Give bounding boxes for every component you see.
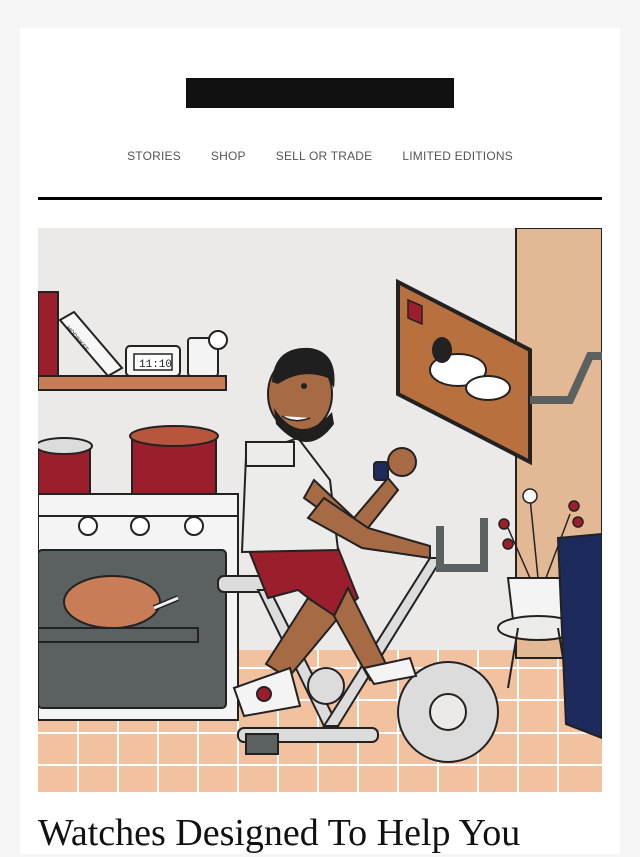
nav-item-stories[interactable]: STORIES	[127, 149, 181, 163]
nav-item-limited-editions[interactable]: LIMITED EDITIONS	[402, 149, 513, 163]
article-headline[interactable]: Watches Designed To Help You	[38, 809, 602, 857]
header-divider	[38, 197, 602, 200]
nav-item-shop[interactable]: SHOP	[211, 149, 246, 163]
hero-illustration[interactable]: HODINKEE 11:10	[38, 228, 602, 792]
brand-logo-bar[interactable]	[186, 78, 454, 108]
svg-text:11:10: 11:10	[139, 359, 172, 371]
main-nav: STORIES SHOP SELL OR TRADE LIMITED EDITI…	[20, 149, 620, 163]
email-card: STORIES SHOP SELL OR TRADE LIMITED EDITI…	[20, 28, 620, 854]
nav-item-sell-or-trade[interactable]: SELL OR TRADE	[276, 149, 373, 163]
